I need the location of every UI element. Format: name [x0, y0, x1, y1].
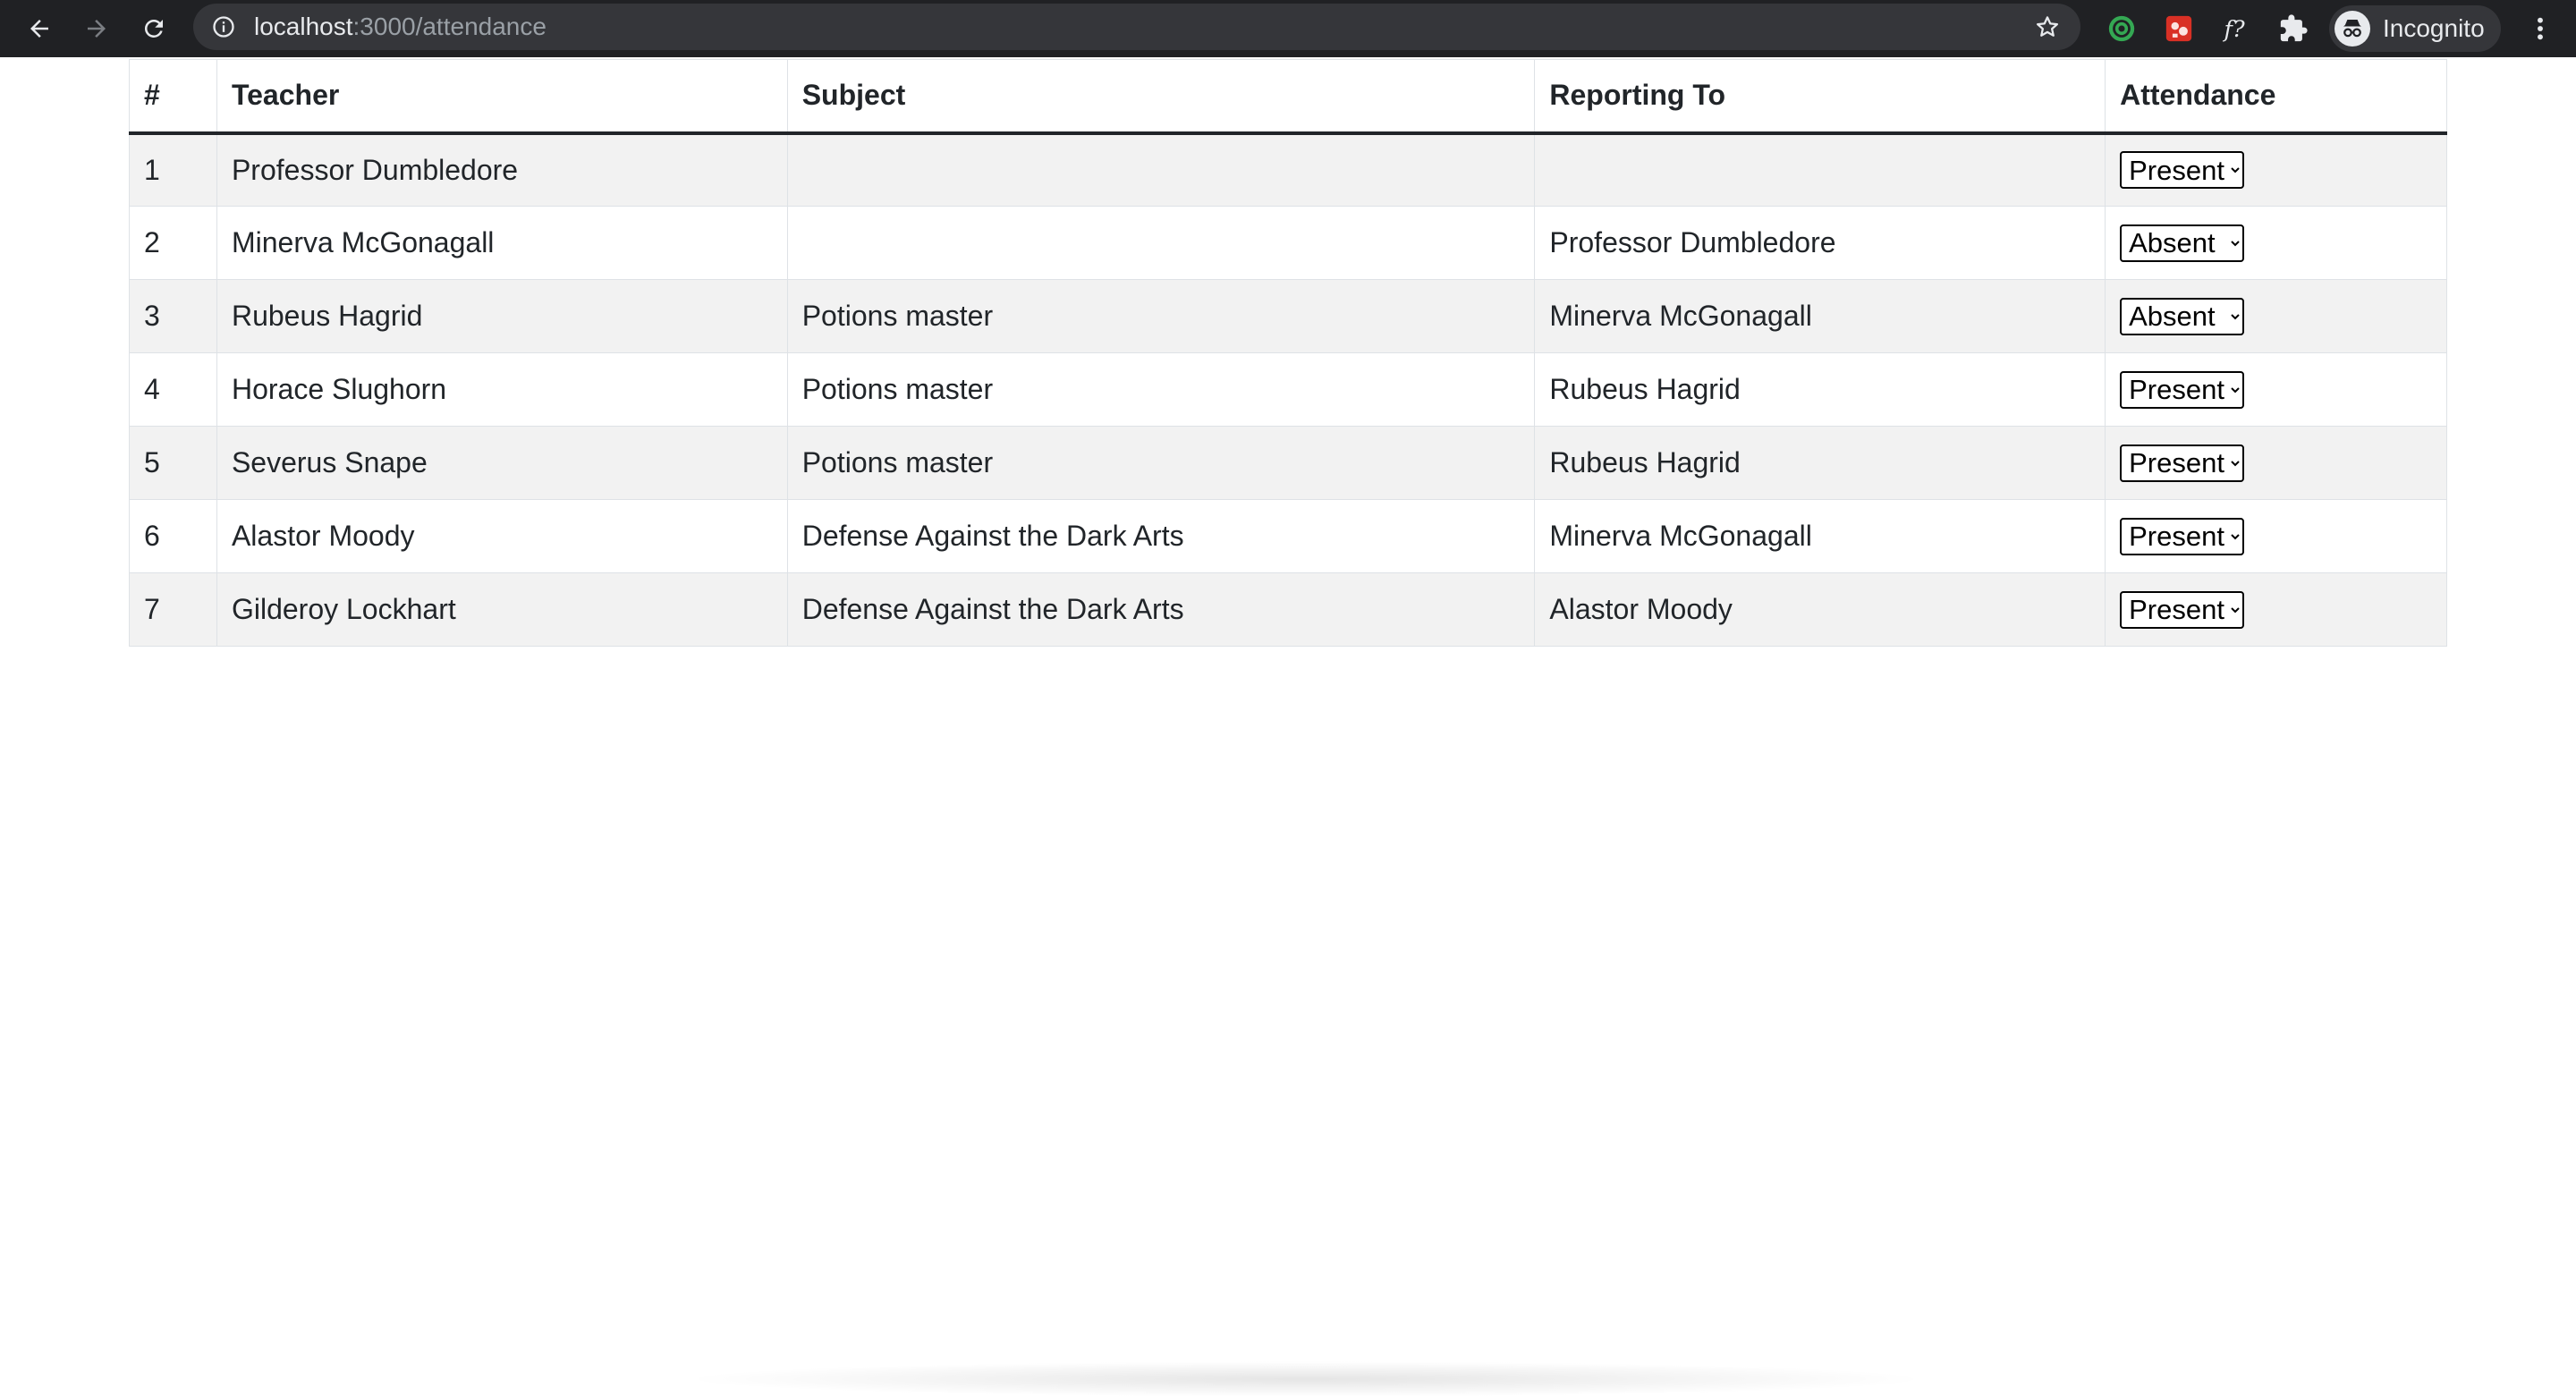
attendance-select[interactable]: PresentAbsent [2120, 517, 2245, 555]
table-row: 3 Rubeus Hagrid Potions master Minerva McGo… [129, 279, 2447, 353]
cell-num: 2 [129, 206, 217, 280]
attendance-select[interactable]: PresentAbsent [2120, 224, 2245, 262]
cell-teacher: Severus Snape [216, 426, 788, 500]
back-button[interactable] [18, 7, 61, 50]
table-row: 1Professor Dumbledore PresentAbsent [129, 132, 2447, 207]
cell-teacher: Professor Dumbledore [216, 132, 788, 207]
attendance-select[interactable]: PresentAbsent [2120, 151, 2245, 190]
cell-attendance: PresentAbsent [2105, 132, 2447, 207]
forward-button[interactable] [75, 7, 118, 50]
page-content: # Teacher Subject Reporting To Attendanc… [0, 57, 2576, 1397]
cell-attendance: PresentAbsent [2105, 572, 2447, 647]
address-bar[interactable]: localhost:3000/attendance [193, 4, 2080, 50]
cell-subject [786, 132, 1536, 207]
red-badge-icon [2165, 15, 2192, 42]
puzzle-extensions-icon[interactable] [2275, 11, 2311, 47]
function-icon: f? [2223, 16, 2245, 43]
info-icon[interactable] [211, 14, 236, 39]
cell-subject: Potions master [786, 426, 1536, 500]
cell-reporting-to: Rubeus Hagrid [1534, 426, 2106, 500]
cell-teacher: Gilderoy Lockhart [216, 572, 788, 647]
table-row: 6 Alastor Moody Defense Against the Dark A… [129, 499, 2447, 573]
cell-teacher: Rubeus Hagrid [216, 279, 788, 353]
target-extension-icon[interactable] [2104, 11, 2140, 47]
cell-reporting-to [1534, 132, 2106, 207]
header-subject: Subject [786, 59, 1536, 135]
bottom-shadow [680, 1361, 1932, 1397]
url-path: :3000/attendance [352, 13, 547, 40]
cell-teacher: Horace Slughorn [216, 352, 788, 427]
cell-num: 1 [129, 132, 217, 207]
table-body: 1Professor DumbledorePresentAbsent2Miner… [129, 132, 2447, 647]
cell-num: 6 [129, 499, 217, 573]
table-row: 2Minerva McGonagall Professor Dumbledore P… [129, 206, 2447, 280]
table-row: 7 Gilderoy Lockhart Defense Against the Da… [129, 572, 2447, 647]
red-extension-icon[interactable] [2161, 11, 2197, 47]
table-header: # Teacher Subject Reporting To Attendanc… [129, 59, 2447, 135]
cell-num: 7 [129, 572, 217, 647]
cell-attendance: PresentAbsent [2105, 206, 2447, 280]
browser-menu-button[interactable] [2522, 7, 2558, 50]
reload-icon [144, 19, 163, 38]
cell-teacher: Alastor Moody [216, 499, 788, 573]
incognito-profile-button[interactable]: Incognito [2329, 5, 2501, 52]
cell-teacher: Minerva McGonagall [216, 206, 788, 280]
function-extension-icon[interactable]: f? [2218, 11, 2254, 47]
attendance-select[interactable]: PresentAbsent [2120, 590, 2245, 629]
header-attendance: Attendance [2105, 59, 2447, 135]
url-host: localhost [254, 13, 353, 40]
profile-label: Incognito [2383, 14, 2485, 42]
header-reporting-to: Reporting To [1534, 59, 2106, 135]
puzzle-icon [2280, 14, 2308, 42]
header-teacher: Teacher [216, 59, 788, 135]
cell-subject: Defense Against the Dark Arts [786, 572, 1536, 647]
incognito-icon [2334, 11, 2370, 47]
back-arrow-icon [30, 20, 48, 38]
attendance-select[interactable]: PresentAbsent [2120, 297, 2245, 335]
cell-num: 4 [129, 352, 217, 427]
cell-subject [786, 206, 1536, 280]
table-row: 5 Severus Snape Potions master Rubeus Hagri… [129, 426, 2447, 500]
cell-reporting-to: Professor Dumbledore [1534, 206, 2106, 280]
target-icon [2108, 15, 2135, 42]
cell-reporting-to: Minerva McGonagall [1534, 279, 2106, 353]
cell-reporting-to: Minerva McGonagall [1534, 499, 2106, 573]
header-num: # [129, 59, 217, 135]
cell-num: 5 [129, 426, 217, 500]
cell-attendance: PresentAbsent [2105, 426, 2447, 500]
cell-reporting-to: Rubeus Hagrid [1534, 352, 2106, 427]
cell-num: 3 [129, 279, 217, 353]
cell-reporting-to: Alastor Moody [1534, 572, 2106, 647]
cell-attendance: PresentAbsent [2105, 499, 2447, 573]
cell-attendance: PresentAbsent [2105, 352, 2447, 427]
cell-subject: Potions master [786, 279, 1536, 353]
url-text: localhost:3000/attendance [254, 4, 547, 50]
attendance-table: # Teacher Subject Reporting To Attendanc… [129, 59, 2447, 647]
cell-attendance: PresentAbsent [2105, 279, 2447, 353]
cell-subject: Potions master [786, 352, 1536, 427]
forward-arrow-icon [88, 20, 106, 38]
reload-button[interactable] [132, 7, 175, 50]
attendance-select[interactable]: PresentAbsent [2120, 444, 2245, 482]
header-row: # Teacher Subject Reporting To Attendanc… [129, 59, 2447, 135]
svg-text:f?: f? [2223, 16, 2245, 43]
table-row: 4 Horace Slughorn Potions master Rubeus Hag… [129, 352, 2447, 427]
attendance-select[interactable]: PresentAbsent [2120, 370, 2245, 409]
cell-subject: Defense Against the Dark Arts [786, 499, 1536, 573]
kebab-menu-icon [2538, 17, 2543, 40]
browser-toolbar: localhost:3000/attendance f? Incognito [0, 0, 2576, 57]
bookmark-star-icon[interactable] [2034, 13, 2061, 40]
